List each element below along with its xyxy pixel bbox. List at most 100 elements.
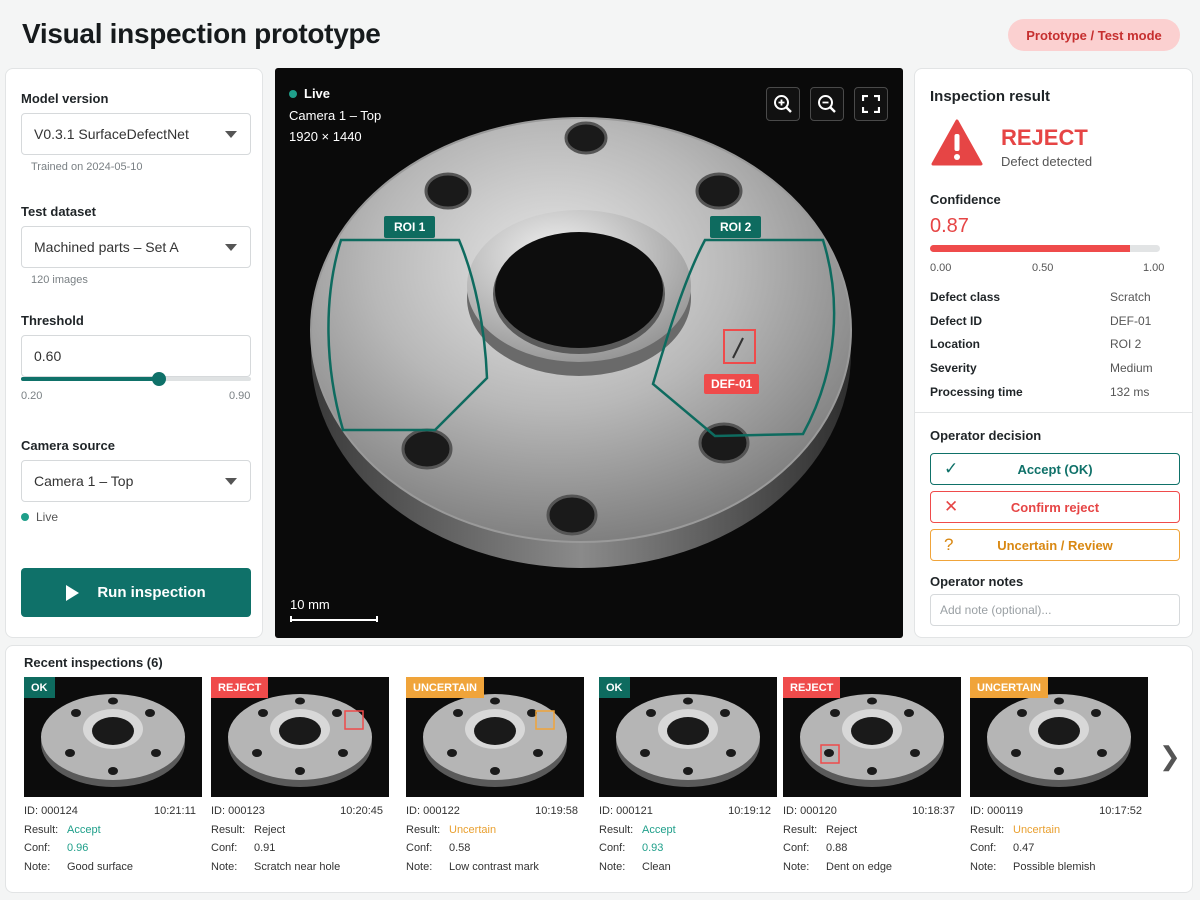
question-icon: ? (944, 535, 954, 554)
operator-notes-input[interactable] (930, 594, 1180, 626)
detail-value: Scratch (1110, 290, 1151, 304)
inspection-time: 10:17:52 (1099, 805, 1142, 817)
camera-source-label: Camera source (21, 438, 115, 453)
recent-inspection-card[interactable]: UNCERTAIN ID: 000122 10:19:58 Result: Un… (406, 677, 584, 873)
check-icon: ✓ (944, 459, 959, 478)
inspection-thumbnail[interactable]: REJECT (211, 677, 389, 797)
confidence-tick-mid: 0.50 (1032, 262, 1054, 274)
inspection-status-badge: REJECT (211, 677, 269, 698)
viewer-resolution: 1920 × 1440 (289, 129, 362, 144)
inspection-thumbnail[interactable]: OK (24, 677, 202, 797)
inspection-id: ID: 000124 (24, 805, 78, 817)
zoom-in-button[interactable] (766, 87, 800, 121)
result-field-label: Result: (599, 824, 634, 836)
inspection-time: 10:19:12 (728, 805, 771, 817)
fullscreen-icon (862, 95, 880, 113)
detail-value: DEF-01 (1110, 314, 1152, 328)
inspection-status-badge: OK (599, 677, 630, 698)
recent-inspection-card[interactable]: UNCERTAIN ID: 000119 10:17:52 Result: Un… (970, 677, 1148, 873)
result-field-label: Result: (24, 824, 59, 836)
recent-inspections-panel: Recent inspections (6) OK ID: 000124 10:… (5, 645, 1193, 893)
inspection-time: 10:19:58 (535, 805, 578, 817)
note-field-label: Note: (24, 861, 51, 873)
zoom-in-icon (774, 95, 792, 113)
note-field-label: Note: (970, 861, 997, 873)
threshold-value: 0.60 (34, 348, 62, 364)
inspection-note: Dent on edge (826, 861, 893, 873)
threshold-slider-handle[interactable] (152, 372, 166, 386)
chevron-right-icon[interactable]: ❯ (1159, 741, 1181, 772)
run-inspection-button[interactable]: Run inspection (21, 568, 251, 617)
result-field-label: Result: (783, 824, 818, 836)
confirm-reject-button[interactable]: ✕ Confirm reject (930, 491, 1180, 523)
result-field-label: Result: (970, 824, 1005, 836)
result-field-label: Result: (211, 824, 246, 836)
threshold-slider[interactable] (21, 372, 251, 386)
confidence-bar-fill (930, 245, 1131, 252)
chevron-down-icon (225, 131, 237, 138)
detail-row: Defect class Scratch (930, 290, 1170, 304)
inspection-confidence: 0.88 (826, 842, 848, 854)
detail-value: Medium (1110, 361, 1153, 375)
inspection-result: Reject (826, 824, 858, 836)
detail-key: Processing time (930, 385, 1023, 399)
roi-2-tag: ROI 2 (710, 216, 762, 238)
detail-row: Defect ID DEF-01 (930, 314, 1170, 328)
inspection-status-badge: REJECT (783, 677, 841, 698)
chevron-down-icon (225, 478, 237, 485)
recent-inspection-card[interactable]: REJECT ID: 000120 10:18:37 Result: Rejec… (783, 677, 961, 873)
model-version-select[interactable]: V0.3.1 SurfaceDefectNet (21, 113, 251, 155)
uncertain-review-label: Uncertain / Review (997, 537, 1113, 553)
control-panel: Model version V0.3.1 SurfaceDefectNet Tr… (5, 68, 263, 638)
detail-key: Severity (930, 361, 977, 375)
note-field-label: Note: (599, 861, 626, 873)
viewer-live-label: Live (304, 86, 331, 101)
result-heading: Inspection result (930, 88, 1051, 105)
conf-field-label: Conf: (406, 842, 433, 854)
threshold-slider-fill (21, 377, 159, 381)
test-dataset-value: Machined parts – Set A (34, 239, 179, 255)
inspection-confidence: 0.47 (1013, 842, 1035, 854)
close-icon: ✕ (944, 497, 959, 516)
zoom-out-button[interactable] (810, 87, 844, 121)
camera-source-select[interactable]: Camera 1 – Top (21, 460, 251, 502)
inspection-thumbnail[interactable]: UNCERTAIN (970, 677, 1148, 797)
confidence-value: 0.87 (930, 215, 969, 237)
inspection-note: Possible blemish (1013, 861, 1096, 873)
model-version-value: V0.3.1 SurfaceDefectNet (34, 126, 189, 142)
detail-row: Processing time 132 ms (930, 385, 1170, 399)
chevron-down-icon (225, 244, 237, 251)
recent-inspection-card[interactable]: OK ID: 000124 10:21:11 Result: Accept Co… (24, 677, 202, 873)
conf-field-label: Conf: (599, 842, 626, 854)
recent-inspection-card[interactable]: OK ID: 000121 10:19:12 Result: Accept Co… (599, 677, 777, 873)
inspection-result: Uncertain (1013, 824, 1061, 836)
recent-inspections-title: Recent inspections (6) (24, 655, 163, 670)
inspection-time: 10:20:45 (340, 805, 383, 817)
verdict-subtitle: Defect detected (1001, 154, 1093, 169)
detail-key: Defect class (930, 290, 1001, 304)
test-dataset-select[interactable]: Machined parts – Set A (21, 226, 251, 268)
inspection-id: ID: 000121 (599, 805, 653, 817)
divider (915, 412, 1192, 413)
inspection-thumbnail[interactable]: UNCERTAIN (406, 677, 584, 797)
inspection-confidence: 0.58 (449, 842, 471, 854)
image-viewer[interactable]: Live Camera 1 – Top 1920 × 1440 ROI 1 RO… (275, 68, 903, 638)
confirm-reject-label: Confirm reject (1010, 499, 1100, 515)
test-dataset-label: Test dataset (21, 204, 96, 219)
uncertain-review-button[interactable]: ? Uncertain / Review (930, 529, 1180, 561)
inspection-status-badge: OK (24, 677, 55, 698)
mode-badge: Prototype / Test mode (1008, 19, 1180, 51)
fullscreen-button[interactable] (854, 87, 888, 121)
live-dot-icon (21, 513, 29, 521)
recent-inspection-card[interactable]: REJECT ID: 000123 10:20:45 Result: Rejec… (211, 677, 389, 873)
inspection-thumbnail[interactable]: REJECT (783, 677, 961, 797)
zoom-out-icon (818, 95, 836, 113)
detail-row: Location ROI 2 (930, 337, 1170, 351)
inspection-thumbnail[interactable]: OK (599, 677, 777, 797)
threshold-input[interactable]: 0.60 (21, 335, 251, 377)
inspection-time: 10:21:11 (153, 805, 196, 817)
inspection-id: ID: 000122 (406, 805, 460, 817)
accept-button[interactable]: ✓ Accept (OK) (930, 453, 1180, 485)
camera-live-label: Live (36, 510, 59, 524)
inspection-result: Reject (254, 824, 286, 836)
